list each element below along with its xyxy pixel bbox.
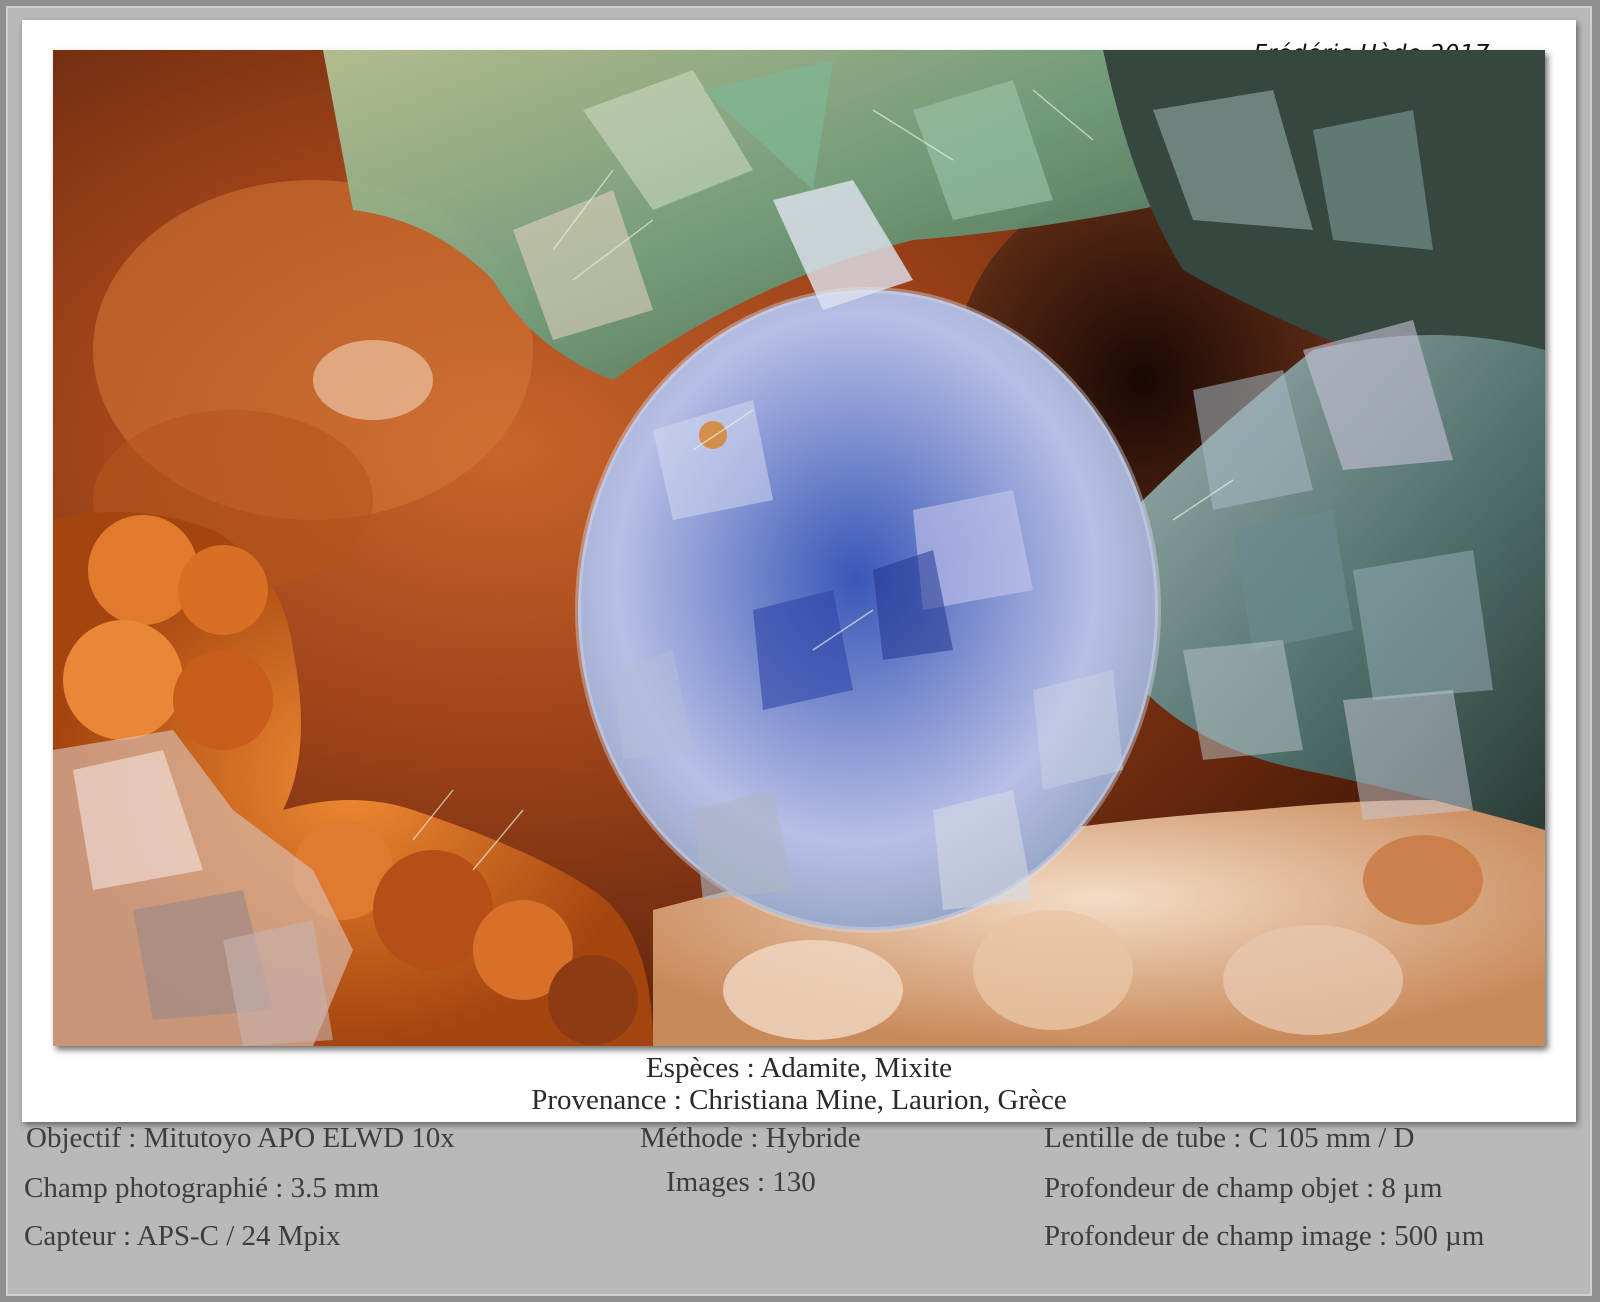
- origin-caption: Provenance : Christiana Mine, Laurion, G…: [531, 1084, 1067, 1116]
- objective-info: Objectif : Mitutoyo APO ELWD 10x: [26, 1122, 455, 1154]
- field-info: Champ photographié : 3.5 mm: [24, 1172, 380, 1204]
- caption-block: Espèces : Adamite, Mixite Provenance : C…: [22, 1052, 1576, 1116]
- dof-object-info: Profondeur de champ objet : 8 µm: [1044, 1172, 1443, 1204]
- mineral-photo-image: [53, 50, 1545, 1046]
- method-info: Méthode : Hybride: [640, 1122, 861, 1154]
- tube-lens-info: Lentille de tube : C 105 mm / D: [1044, 1122, 1415, 1154]
- dof-image-info: Profondeur de champ image : 500 µm: [1044, 1220, 1485, 1252]
- species-caption: Espèces : Adamite, Mixite: [645, 1052, 953, 1084]
- sensor-info: Capteur : APS-C / 24 Mpix: [24, 1220, 341, 1252]
- mineral-photo: [53, 50, 1545, 1046]
- images-info: Images : 130: [666, 1166, 816, 1198]
